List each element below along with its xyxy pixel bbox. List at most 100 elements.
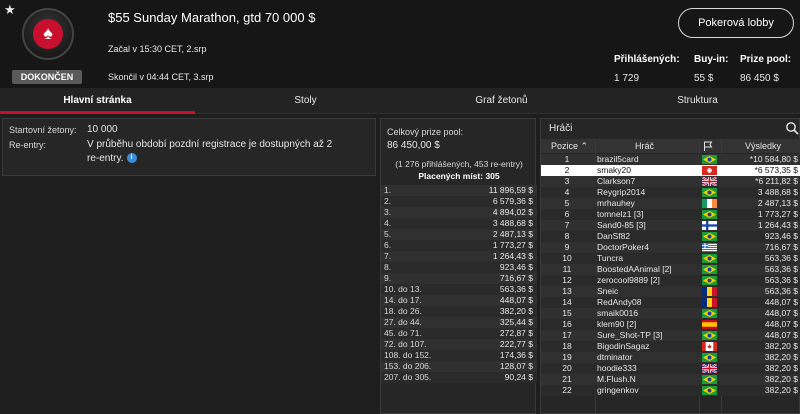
player-row[interactable]: 20 hoodie333 382,20 $	[541, 363, 800, 374]
column-player[interactable]: Hráč	[635, 139, 654, 153]
player-row[interactable]: 13 Sneic 563,36 $	[541, 286, 800, 297]
search-icon[interactable]	[785, 121, 799, 135]
payout-row: 108. do 152. 174,36 $	[381, 350, 537, 361]
payout-amount: 382,20 $	[499, 306, 533, 316]
player-position: 13	[562, 286, 572, 296]
payout-amount: 128,07 $	[499, 361, 533, 371]
player-row[interactable]: 19 dtminator 382,20 $	[541, 352, 800, 363]
player-result: *6 211,82 $	[755, 176, 798, 186]
player-position: 14	[562, 297, 572, 307]
player-row[interactable]: 22 gringenkov 382,20 $	[541, 385, 800, 396]
payout-amount: 6 579,36 $	[492, 196, 533, 206]
player-row[interactable]: 18 BigodinSagaz 382,20 $	[541, 341, 800, 352]
player-position: 22	[562, 385, 572, 395]
player-name: hoodie333	[597, 363, 637, 373]
player-row[interactable]: 2 smaky20 *6 573,35 $	[541, 165, 800, 176]
payout-amount: 11 896,59 $	[488, 185, 533, 195]
tab-structure[interactable]: Struktura	[600, 88, 795, 114]
tab-tables[interactable]: Stoly	[208, 88, 403, 114]
poker-lobby-button[interactable]: Pokerová lobby	[678, 8, 794, 38]
payout-place: 45. do 71.	[384, 328, 422, 338]
player-row[interactable]: 6 tomnelz1 [3] 1 773,27 $	[541, 209, 800, 220]
payout-place: 8.	[384, 262, 392, 272]
player-row[interactable]: 11 BoostedAAnimal [2] 563,36 $	[541, 264, 800, 275]
payout-place: 207. do 305.	[384, 372, 432, 382]
column-results[interactable]: Výsledky	[745, 139, 781, 153]
player-row[interactable]: 8 DanSf82 923,46 $	[541, 231, 800, 242]
favorite-star-icon[interactable]: ★	[4, 2, 16, 18]
flag-br-icon	[702, 210, 717, 219]
payout-row: 14. do 17. 448,07 $	[381, 295, 537, 306]
flag-br-icon	[702, 254, 717, 263]
player-position: 10	[562, 253, 572, 263]
flag-ie-icon	[702, 199, 717, 208]
payout-place: 18. do 26.	[384, 306, 422, 316]
player-result: 448,07 $	[764, 330, 798, 340]
player-row[interactable]: 21 M.Flush.N 382,20 $	[541, 374, 800, 385]
player-position: 18	[562, 341, 572, 351]
payout-amount: 325,44 $	[499, 317, 533, 327]
player-row[interactable]: 12 zerocool9889 [2] 563,36 $	[541, 275, 800, 286]
player-position: 19	[562, 352, 572, 362]
prizepool-value: 86 450 $	[740, 73, 779, 84]
buyin-label: Buy-in:	[694, 54, 729, 65]
player-result: 382,20 $	[764, 352, 798, 362]
player-result: 448,07 $	[764, 319, 798, 329]
player-position: 4	[564, 187, 570, 197]
player-result: 382,20 $	[764, 363, 798, 373]
payout-place: 5.	[384, 229, 392, 239]
payout-amount: 448,07 $	[499, 295, 533, 305]
player-row[interactable]: 10 Tuncra 563,36 $	[541, 253, 800, 264]
status-badge: DOKONČEN	[12, 70, 82, 84]
column-position[interactable]: Pozice ⌃	[551, 139, 588, 153]
player-name: BoostedAAnimal [2]	[597, 264, 672, 274]
info-icon[interactable]: i	[126, 153, 137, 164]
tab-chip-graph[interactable]: Graf žetonů	[404, 88, 599, 114]
prize-pool-total: 86 450,00 $	[387, 140, 440, 151]
player-row[interactable]: 15 smaik0016 448,07 $	[541, 308, 800, 319]
player-row[interactable]: 5 mrhauhey 2 487,13 $	[541, 198, 800, 209]
player-name: Sure_Shot-TP [3]	[597, 330, 663, 340]
payout-row: 10. do 13. 563,36 $	[381, 284, 537, 295]
flag-br-icon	[702, 386, 717, 395]
flag-br-icon	[702, 188, 717, 197]
player-result: 1 264,43 $	[757, 220, 798, 230]
player-row[interactable]: 16 klem90 [2] 448,07 $	[541, 319, 800, 330]
payout-amount: 2 487,13 $	[492, 229, 533, 239]
flag-br-icon	[702, 276, 717, 285]
players-list: 1 brazil5card *10 584,80 $ 2 smaky20 *6 573,3…	[541, 154, 800, 396]
reentry-text-line2: re-entry. i	[87, 153, 137, 164]
player-name: klem90 [2]	[597, 319, 637, 329]
player-name: brazil5card	[597, 154, 639, 164]
payout-place: 108. do 152.	[384, 350, 432, 360]
player-position: 3	[564, 176, 570, 186]
player-position: 21	[562, 374, 572, 384]
player-row[interactable]: 9 DoctorPoker4 716,67 $	[541, 242, 800, 253]
player-name: dtminator	[597, 352, 633, 362]
player-row[interactable]: 4 Reygrip2014 3 488,68 $	[541, 187, 800, 198]
player-row[interactable]: 17 Sure_Shot-TP [3] 448,07 $	[541, 330, 800, 341]
payout-place: 14. do 17.	[384, 295, 422, 305]
player-row[interactable]: 3 Clarkson7 *6 211,82 $	[541, 176, 800, 187]
payout-row: 5. 2 487,13 $	[381, 229, 537, 240]
player-position: 9	[564, 242, 570, 252]
tournament-header: ★ ♠ DOKONČEN $55 Sunday Marathon, gtd 70…	[0, 0, 800, 88]
player-row[interactable]: 14 RedAndy08 448,07 $	[541, 297, 800, 308]
reentry-text-line1: V průběhu období pozdní registrace je do…	[87, 139, 333, 150]
payout-place: 1.	[384, 185, 392, 195]
flag-column-icon[interactable]	[703, 141, 713, 151]
payout-row: 207. do 305. 90,24 $	[381, 372, 537, 383]
player-row[interactable]: 1 brazil5card *10 584,80 $	[541, 154, 800, 165]
prize-pool-panel: Celkový prize pool: 86 450,00 $ (1 276 p…	[380, 118, 537, 414]
start-time: Začal v 15:30 CET, 2.srp	[108, 44, 207, 54]
flag-ca-icon	[702, 342, 717, 351]
flag-ro-icon	[702, 287, 717, 296]
player-result: 563,36 $	[764, 275, 798, 285]
player-result: 716,67 $	[764, 242, 798, 252]
tournament-info-panel: Startovní žetony: 10 000 Re-entry: V prů…	[2, 118, 376, 176]
payout-row: 153. do 206. 128,07 $	[381, 361, 537, 372]
player-row[interactable]: 7 Sand0-85 [3] 1 264,43 $	[541, 220, 800, 231]
payout-row: 18. do 26. 382,20 $	[381, 306, 537, 317]
payout-row: 6. 1 773,27 $	[381, 240, 537, 251]
player-name: DanSf82	[597, 231, 631, 241]
